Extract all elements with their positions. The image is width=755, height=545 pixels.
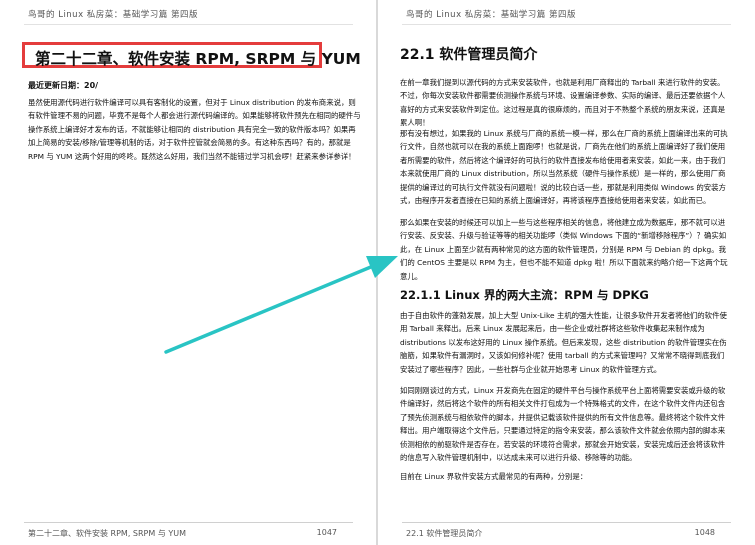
- arrow-head: [366, 256, 398, 278]
- arrow-shaft: [164, 262, 380, 354]
- annotation-arrow: [164, 256, 398, 354]
